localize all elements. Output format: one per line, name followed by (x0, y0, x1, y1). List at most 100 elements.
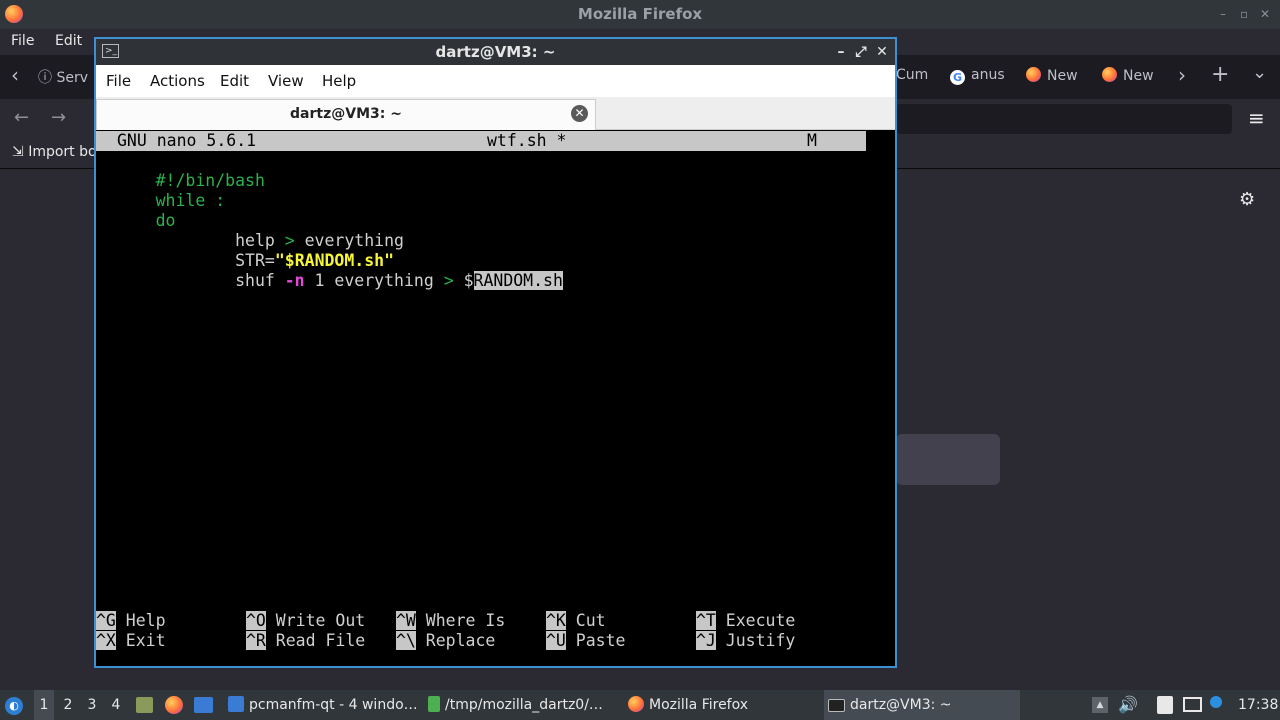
shortcut-label: Replace (415, 631, 496, 650)
shortcut-exit[interactable]: ^X Exit (96, 631, 166, 651)
new-tab-icon[interactable]: + (1211, 62, 1229, 87)
shortcut-justify[interactable]: ^J Justify (696, 631, 795, 651)
task-label: /tmp/mozilla_dartz0/… (445, 697, 603, 713)
close-icon[interactable]: ✕ (873, 39, 891, 65)
content-card[interactable] (896, 434, 1000, 485)
list-tabs-icon[interactable]: ⌄ (1252, 62, 1267, 83)
minimize-icon[interactable]: – (832, 39, 850, 65)
info-icon: ⓘ (38, 70, 52, 86)
task-label: Mozilla Firefox (649, 697, 749, 713)
shortcut-key: ^\ (396, 631, 416, 650)
back-icon[interactable]: ← (14, 107, 29, 128)
shortcut-replace[interactable]: ^\ Replace (396, 631, 495, 651)
notification-icon[interactable] (1210, 696, 1222, 708)
code-token: $ (463, 271, 474, 290)
taskbar: ◐ 1 2 3 4 pcmanfm-qt - 4 windo… /tmp/moz… (0, 690, 1280, 720)
menu-file[interactable]: File (11, 33, 34, 49)
task-label: dartz@VM3: ~ (850, 697, 952, 713)
firefox-launcher-icon[interactable] (165, 696, 183, 714)
terminal-menubar: File Actions Edit View Help (96, 65, 895, 97)
shortcut-label: Exit (115, 631, 166, 650)
shortcut-label: Write Out (265, 611, 366, 630)
clock[interactable]: 17:38 (1238, 690, 1278, 720)
tab-new-1[interactable]: New (1026, 67, 1078, 84)
firefox-icon (1026, 67, 1041, 82)
minimize-icon[interactable]: – (1220, 0, 1226, 29)
workspace-4[interactable]: 4 (106, 690, 126, 720)
nano-title-bar: GNU nano 5.6.1 wtf.sh * M (96, 131, 866, 151)
code-token: 1 everything (304, 271, 444, 290)
menu-view[interactable]: View (268, 72, 304, 90)
shortcut-paste[interactable]: ^U Paste (546, 631, 625, 651)
google-icon: G (950, 70, 965, 85)
network-icon[interactable] (1183, 697, 1202, 712)
file-manager-launcher-icon[interactable] (136, 697, 153, 713)
terminal-tabbar: dartz@VM3: ~ ✕ (96, 97, 895, 130)
tab-anus[interactable]: Ganus (950, 67, 1005, 85)
archive-icon (428, 696, 440, 712)
shortcut-label: Justify (715, 631, 796, 650)
nano-editor[interactable]: GNU nano 5.6.1 wtf.sh * M #!/bin/bash wh… (96, 130, 895, 666)
forward-icon[interactable]: → (51, 107, 66, 128)
import-bookmarks[interactable]: ⇲ Import bo (12, 144, 97, 160)
tabs-scroll-right-icon[interactable]: › (1178, 63, 1186, 87)
task-terminal[interactable]: dartz@VM3: ~ (824, 690, 1020, 720)
code-line: shuf -n 1 everything > $RANDOM.sh (96, 251, 563, 290)
workspace-1[interactable]: 1 (34, 690, 54, 720)
tab-serv[interactable]: ⓘ Serv (38, 67, 88, 87)
task-firefox[interactable]: Mozilla Firefox (624, 690, 820, 720)
shortcut-help[interactable]: ^G Help (96, 611, 166, 631)
task-pcmanfm[interactable]: pcmanfm-qt - 4 windo… (224, 690, 420, 720)
task-label: pcmanfm-qt - 4 windo… (249, 697, 418, 713)
menu-edit[interactable]: Edit (55, 33, 82, 49)
shortcut-key: ^J (696, 631, 716, 650)
clipboard-icon[interactable] (1157, 696, 1173, 714)
folder-icon (228, 696, 244, 712)
terminal-tab[interactable]: dartz@VM3: ~ ✕ (96, 99, 596, 130)
tab-new-2[interactable]: New (1102, 67, 1154, 84)
tray-expand-icon[interactable]: ▲ (1092, 697, 1108, 713)
shortcut-key: ^U (546, 631, 566, 650)
shortcut-read-file[interactable]: ^R Read File (246, 631, 365, 651)
code-line: #!/bin/bash (96, 151, 265, 190)
menu-file[interactable]: File (106, 72, 131, 90)
code-token: -n (284, 271, 305, 290)
desktop-launcher-icon[interactable] (194, 697, 213, 713)
menu-edit[interactable]: Edit (220, 72, 249, 90)
firefox-logo-icon (5, 5, 23, 23)
menu-help[interactable]: Help (322, 72, 356, 90)
terminal-titlebar: >_ dartz@VM3: ~ – ⤢ ✕ (96, 39, 895, 65)
tabs-scroll-left-icon[interactable]: ‹ (11, 63, 19, 87)
shortcut-write-out[interactable]: ^O Write Out (246, 611, 365, 631)
shortcut-key: ^R (246, 631, 266, 650)
terminal-icon: >_ (102, 44, 119, 58)
hamburger-menu-icon[interactable]: ≡ (1248, 106, 1265, 130)
tab-label: anus (971, 67, 1005, 83)
maximize-icon[interactable]: ▫ (1240, 0, 1248, 29)
code-line: while : (96, 171, 226, 210)
start-menu-icon[interactable]: ◐ (5, 697, 23, 715)
workspace-2[interactable]: 2 (58, 690, 78, 720)
shortcut-execute[interactable]: ^T Execute (696, 611, 795, 631)
shortcut-cut[interactable]: ^K Cut (546, 611, 606, 631)
workspace-3[interactable]: 3 (82, 690, 102, 720)
tab-cum[interactable]: Cum (896, 67, 928, 83)
code-line: help > everything (96, 211, 404, 250)
task-tmp-folder[interactable]: /tmp/mozilla_dartz0/… (424, 690, 620, 720)
terminal-window: >_ dartz@VM3: ~ – ⤢ ✕ File Actions Edit … (94, 37, 897, 668)
volume-icon[interactable]: 🔊 (1118, 690, 1138, 720)
shortcut-key: ^W (396, 611, 416, 630)
maximize-icon[interactable]: ⤢ (852, 39, 870, 65)
tab-close-icon[interactable]: ✕ (571, 105, 588, 122)
close-icon[interactable]: ✕ (1260, 0, 1270, 29)
url-bar[interactable] (896, 104, 1232, 134)
nano-version: GNU nano 5.6.1 (117, 131, 257, 150)
firefox-window-title: Mozilla Firefox (577, 5, 703, 23)
menu-actions[interactable]: Actions (150, 72, 205, 90)
shortcut-where-is[interactable]: ^W Where Is (396, 611, 505, 631)
settings-gear-icon[interactable]: ⚙ (1239, 189, 1255, 210)
shortcut-key: ^O (246, 611, 266, 630)
shortcut-key: ^X (96, 631, 116, 650)
terminal-tab-label: dartz@VM3: ~ (290, 106, 402, 122)
tab-label: New (1047, 68, 1078, 84)
